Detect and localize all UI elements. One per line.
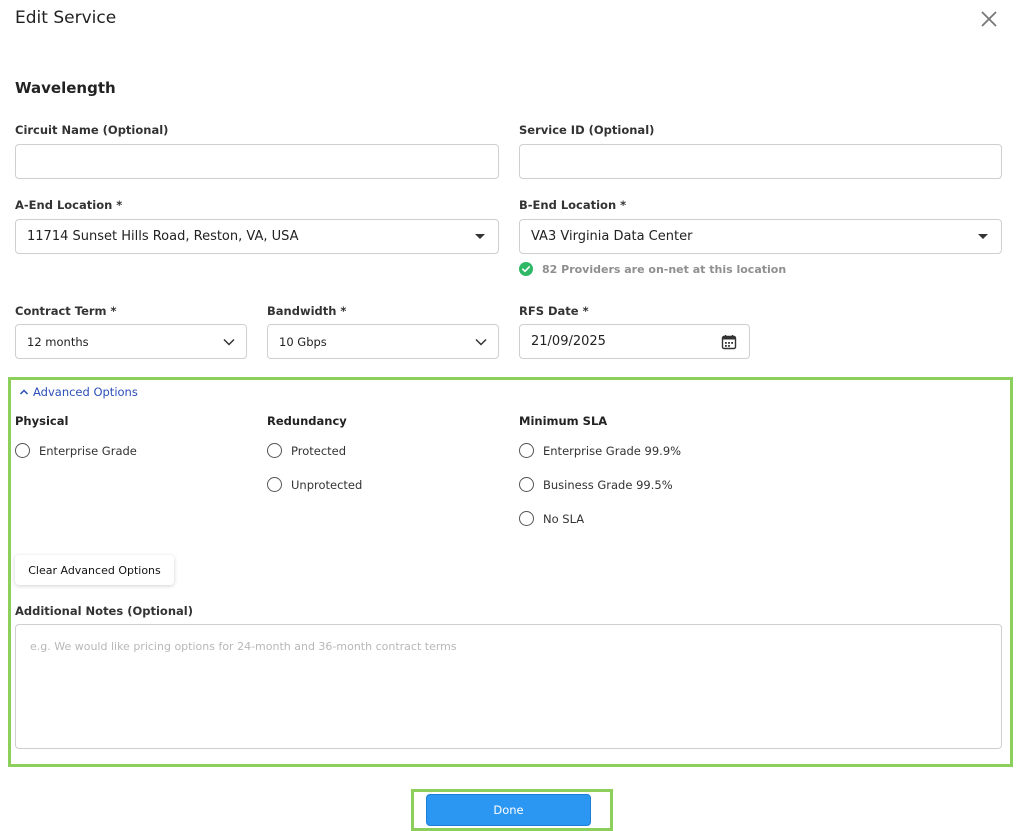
- check-circle-icon: [519, 262, 533, 276]
- contract-term-select[interactable]: 12 months: [15, 324, 247, 359]
- a-end-select[interactable]: 11714 Sunset Hills Road, Reston, VA, USA: [15, 219, 499, 254]
- on-net-status: 82 Providers are on-net at this location: [519, 262, 786, 276]
- close-icon[interactable]: [978, 8, 1000, 30]
- radio-sla-enterprise-grade[interactable]: Enterprise Grade 99.9%: [519, 443, 681, 458]
- contract-term-value: 12 months: [27, 334, 89, 349]
- radio-redundancy-unprotected[interactable]: Unprotected: [267, 477, 362, 492]
- advanced-options-toggle[interactable]: Advanced Options: [19, 385, 138, 399]
- section-title: Wavelength: [15, 79, 116, 97]
- radio-circle: [519, 443, 534, 458]
- radio-sla-none[interactable]: No SLA: [519, 511, 584, 526]
- redundancy-title: Redundancy: [267, 414, 347, 428]
- chevron-down-icon: [223, 338, 235, 346]
- caret-down-icon: [978, 234, 988, 239]
- chevron-down-icon: [475, 338, 487, 346]
- done-button[interactable]: Done: [426, 794, 591, 826]
- radio-circle: [519, 511, 534, 526]
- bandwidth-value: 10 Gbps: [279, 334, 327, 349]
- service-id-input[interactable]: [519, 144, 1002, 179]
- calendar-icon[interactable]: [721, 334, 737, 350]
- physical-title: Physical: [15, 414, 69, 428]
- radio-circle: [519, 477, 534, 492]
- contract-term-label: Contract Term *: [15, 304, 117, 318]
- radio-label: Protected: [291, 443, 347, 458]
- b-end-label: B-End Location *: [519, 198, 627, 212]
- bandwidth-label: Bandwidth *: [267, 304, 347, 318]
- chevron-up-icon: [19, 389, 29, 395]
- b-end-value: VA3 Virginia Data Center: [531, 229, 693, 244]
- advanced-options-label: Advanced Options: [33, 385, 138, 399]
- rfs-date-input[interactable]: 21/09/2025: [519, 324, 750, 359]
- circuit-name-input[interactable]: [15, 144, 499, 179]
- radio-label: Enterprise Grade 99.9%: [543, 443, 682, 458]
- radio-circle: [267, 477, 282, 492]
- a-end-label: A-End Location *: [15, 198, 123, 212]
- radio-label: No SLA: [543, 511, 585, 526]
- minimum-sla-title: Minimum SLA: [519, 414, 608, 428]
- b-end-select[interactable]: VA3 Virginia Data Center: [519, 219, 1002, 254]
- rfs-date-value: 21/09/2025: [531, 334, 606, 349]
- caret-down-icon: [475, 234, 485, 239]
- radio-label: Unprotected: [291, 477, 363, 492]
- radio-sla-business-grade[interactable]: Business Grade 99.5%: [519, 477, 673, 492]
- radio-label: Enterprise Grade: [39, 443, 137, 458]
- radio-label: Business Grade 99.5%: [543, 477, 673, 492]
- radio-physical-enterprise-grade[interactable]: Enterprise Grade: [15, 443, 137, 458]
- bandwidth-select[interactable]: 10 Gbps: [267, 324, 499, 359]
- dialog-title: Edit Service: [15, 8, 117, 28]
- radio-circle: [267, 443, 282, 458]
- additional-notes-label: Additional Notes (Optional): [15, 604, 193, 618]
- radio-circle: [15, 443, 30, 458]
- rfs-date-label: RFS Date *: [519, 304, 589, 318]
- a-end-value: 11714 Sunset Hills Road, Reston, VA, USA: [27, 229, 299, 244]
- radio-redundancy-protected[interactable]: Protected: [267, 443, 346, 458]
- circuit-name-label: Circuit Name (Optional): [15, 123, 169, 137]
- on-net-text: 82 Providers are on-net at this location: [542, 262, 787, 276]
- service-id-label: Service ID (Optional): [519, 123, 655, 137]
- additional-notes-textarea[interactable]: e.g. We would like pricing options for 2…: [15, 624, 1002, 749]
- clear-advanced-options-button[interactable]: Clear Advanced Options: [15, 555, 174, 585]
